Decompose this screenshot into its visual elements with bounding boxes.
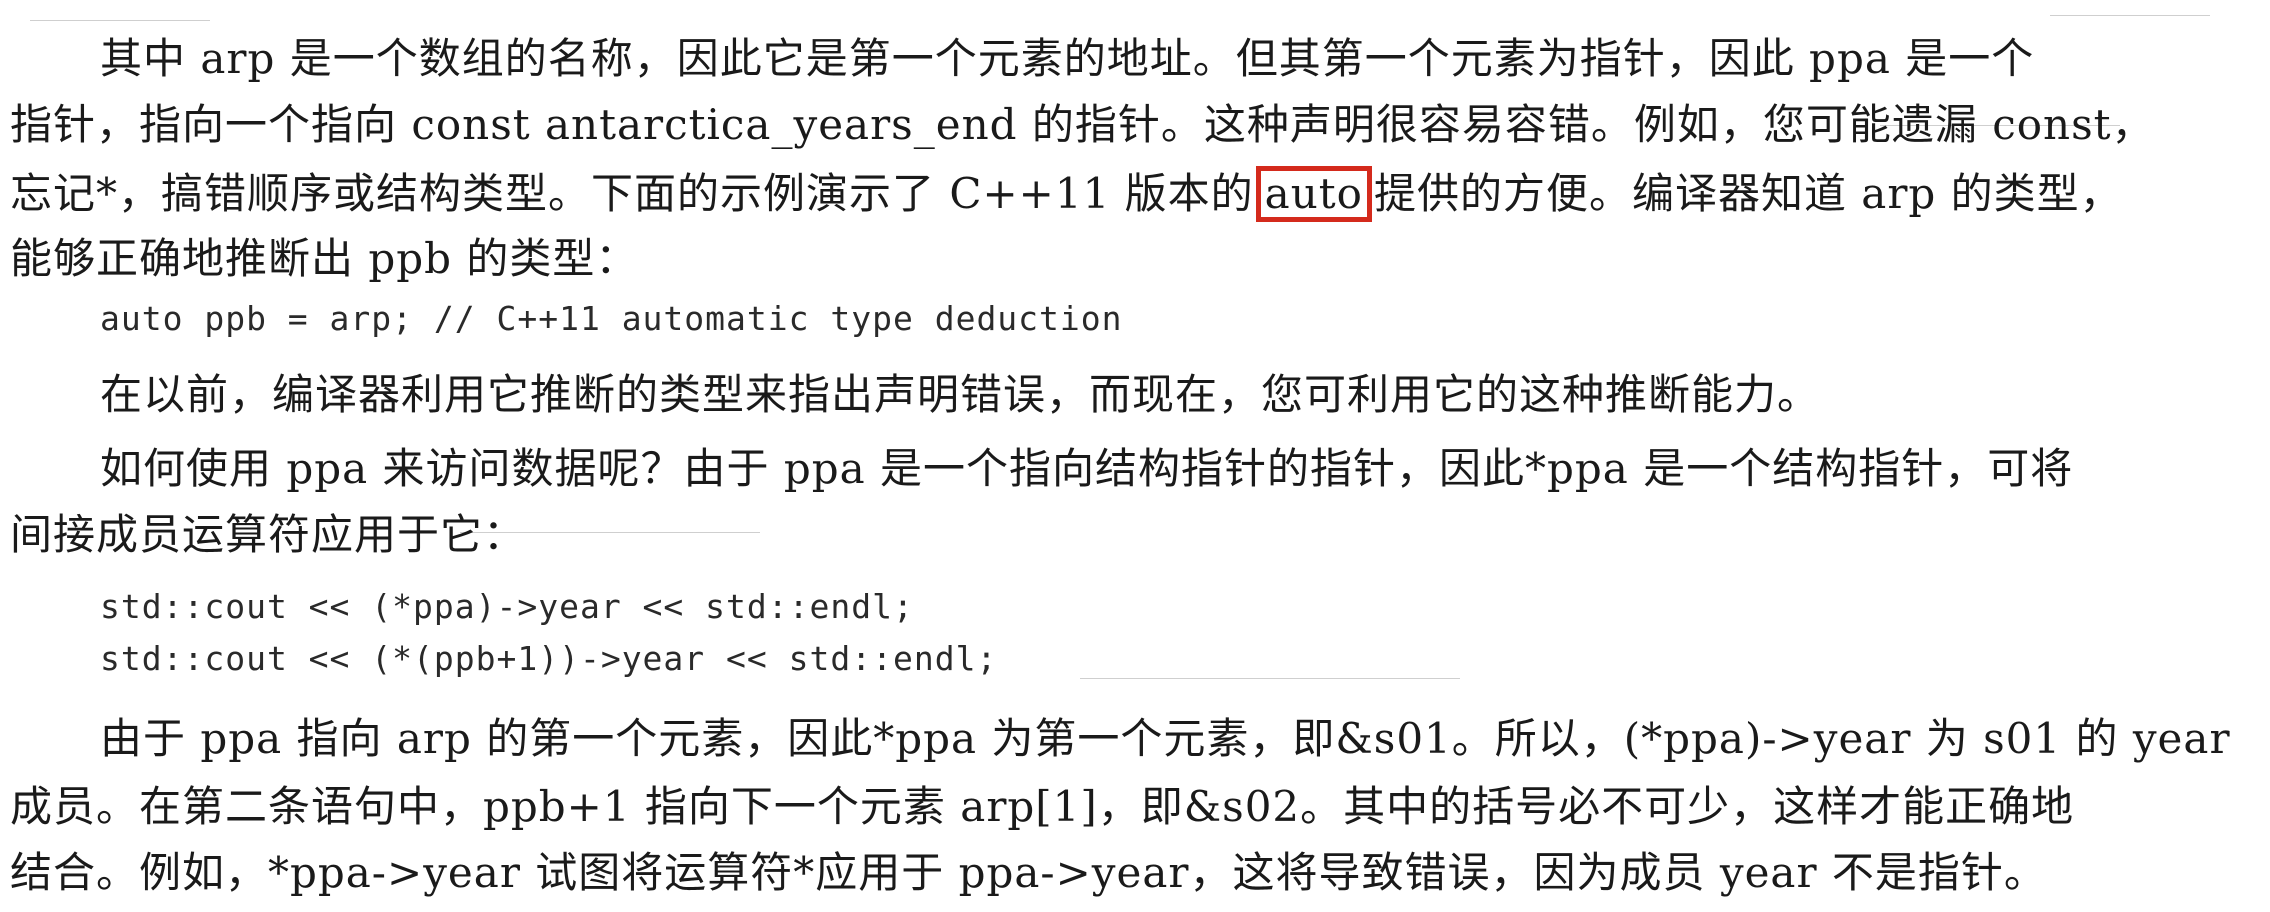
line-3-after: 提供的方便。编译器知道 arp 的类型，: [1373, 169, 2123, 218]
scan-artifact: [30, 20, 210, 21]
code-line-cout-ppa: std::cout << (*ppa)->year << std::endl;: [100, 587, 914, 626]
scan-artifact: [1080, 678, 1460, 679]
highlighted-keyword-auto: auto: [1255, 166, 1372, 223]
document-page: 其中 arp 是一个数组的名称，因此它是第一个元素的地址。但其第一个元素为指针，…: [0, 0, 2270, 912]
paragraph-line-8: 由于 ppa 指向 arp 的第一个元素，因此*ppa 为第一个元素，即&s01…: [100, 714, 2231, 763]
paragraph-line-3: 忘记*，搞错顺序或结构类型。下面的示例演示了 C++11 版本的 auto 提供的方…: [10, 166, 2123, 223]
scan-artifact: [2050, 15, 2210, 16]
paragraph-line-9: 成员。在第二条语句中，ppb+1 指向下一个元素 arp[1]，即&s02。其中…: [10, 782, 2075, 831]
paragraph-line-7: 间接成员运算符应用于它：: [10, 510, 527, 559]
paragraph-line-1: 其中 arp 是一个数组的名称，因此它是第一个元素的地址。但其第一个元素为指针，…: [100, 34, 2035, 83]
paragraph-line-6: 如何使用 ppa 来访问数据呢？由于 ppa 是一个指向结构指针的指针，因此*p…: [100, 444, 2074, 493]
paragraph-line-10: 结合。例如，*ppa->year 试图将运算符*应用于 ppa->year，这将…: [10, 848, 2047, 897]
line-3-before: 忘记*，搞错顺序或结构类型。下面的示例演示了 C++11 版本的: [10, 169, 1254, 218]
code-line-cout-ppb: std::cout << (*(ppb+1))->year << std::en…: [100, 639, 998, 678]
paragraph-line-4: 能够正确地推断出 ppb 的类型：: [10, 234, 639, 283]
paragraph-line-2: 指针，指向一个指向 const antarctica_years_end 的指针…: [10, 100, 2155, 149]
code-line-auto-ppb: auto ppb = arp; // C++11 automatic type …: [100, 299, 1123, 338]
paragraph-line-5: 在以前，编译器利用它推断的类型来指出声明错误，而现在，您可利用它的这种推断能力。: [100, 370, 1821, 419]
